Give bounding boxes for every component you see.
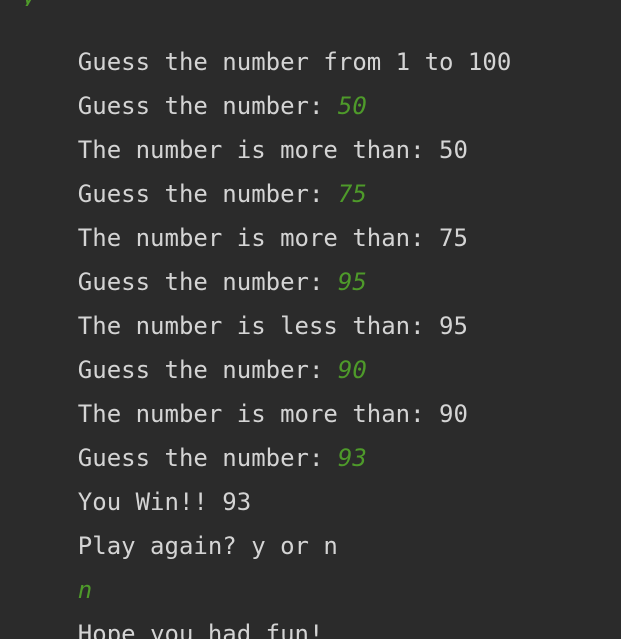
console-line: n [20, 545, 92, 604]
console-line: Guess the number: 93 [20, 413, 367, 472]
console-line: Guess the number: 50 [20, 61, 367, 120]
output-text: Hope you had fun! [77, 620, 324, 639]
user-input-text: 93 [337, 444, 367, 472]
console-line: Guess the number: 95 [20, 237, 367, 296]
output-text: Play again? y or n [77, 532, 338, 560]
console-line: The number is more than: 75 [20, 193, 468, 252]
console-line: You Win!! 93 [20, 457, 251, 516]
run-console-output[interactable]: y Guess the number from 1 to 100 Guess t… [0, 0, 621, 639]
console-line: The number is less than: 95 [20, 281, 468, 340]
console-line: The number is more than: 90 [20, 369, 468, 428]
console-line: Guess the number: 75 [20, 149, 367, 208]
console-line: Play again? y or n [20, 501, 338, 560]
console-line: Hope you had fun! [20, 589, 324, 639]
console-line: The number is more than: 50 [20, 105, 468, 164]
console-line: Guess the number from 1 to 100 [20, 17, 511, 76]
console-line: Guess the number: 90 [20, 325, 367, 384]
cut-off-input-glyph: y [22, 0, 36, 6]
